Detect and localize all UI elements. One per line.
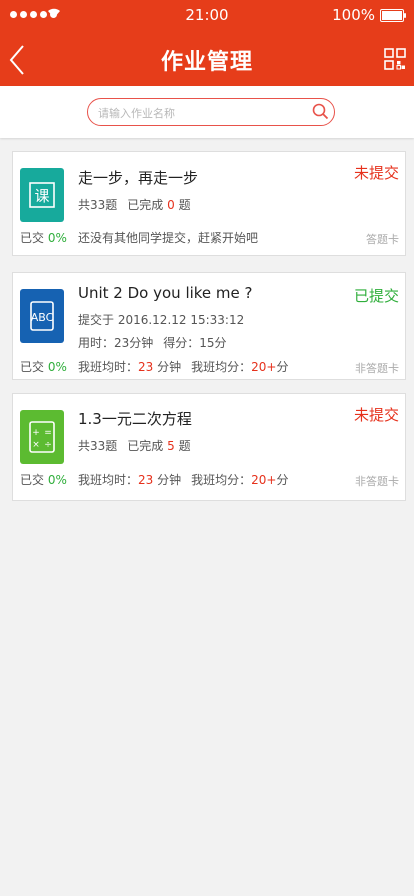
- svg-text:÷: ÷: [44, 440, 52, 450]
- homework-card[interactable]: ABC Unit 2 Do you like me ? 已提交 提交于 2016…: [12, 272, 406, 380]
- chinese-icon: 课: [20, 168, 64, 222]
- avg-score-label: 我班均分：: [191, 473, 252, 487]
- status-badge: 未提交: [353, 164, 399, 182]
- total-questions: 共33题: [78, 439, 118, 453]
- time-used: 用时：23分钟: [78, 336, 154, 350]
- total-questions: 共33题: [78, 198, 118, 212]
- search-bar: [0, 86, 414, 138]
- class-stats: 我班均时：23 分钟 我班均分：20+分: [78, 358, 289, 375]
- homework-card[interactable]: 课 走一步，再走一步 未提交 共33题 已完成 0 题 已交 0% 还没有其他同学…: [12, 151, 406, 256]
- avg-score-label: 我班均分：: [191, 360, 252, 374]
- submitted-label: 已交: [20, 473, 45, 487]
- status-bar: 21:00 100%: [0, 0, 414, 30]
- submitted-rate: 已交 0%: [20, 471, 67, 488]
- math-icon: + = × ÷: [20, 410, 64, 464]
- svg-text:+: +: [32, 428, 40, 438]
- done-suffix: 题: [178, 198, 191, 212]
- svg-text:×: ×: [32, 440, 40, 450]
- avg-score-value: 20+: [251, 473, 277, 487]
- avg-score-unit: 分: [276, 360, 289, 374]
- status-badge: 已提交: [353, 287, 399, 305]
- avg-time-unit: 分钟: [157, 473, 182, 487]
- avg-score-value: 20+: [251, 360, 277, 374]
- done-prefix: 已完成: [127, 198, 164, 212]
- done-count: 0: [167, 198, 175, 212]
- card-title: 走一步，再走一步: [78, 169, 199, 187]
- avg-time-value: 23: [138, 473, 154, 487]
- card-type: 非答题卡: [355, 475, 399, 488]
- card-title: 1.3一元二次方程: [78, 410, 192, 428]
- result-line: 用时：23分钟 得分：15分: [78, 334, 227, 351]
- homework-card[interactable]: + = × ÷ 1.3一元二次方程 未提交 共33题 已完成 5 题 已交 0% …: [12, 393, 406, 501]
- search-icon[interactable]: [312, 103, 329, 120]
- card-title: Unit 2 Do you like me ?: [78, 284, 253, 302]
- submitted-pct: 0%: [47, 473, 67, 487]
- card-type: 答题卡: [366, 233, 399, 246]
- svg-text:ABC: ABC: [31, 311, 54, 324]
- svg-text:=: =: [44, 428, 52, 438]
- card-type: 非答题卡: [355, 362, 399, 375]
- submitted-rate: 已交 0%: [20, 229, 67, 246]
- abc-icon: ABC: [20, 289, 64, 343]
- svg-text:课: 课: [34, 187, 49, 205]
- grid-icon[interactable]: [384, 48, 406, 70]
- footer-message: 还没有其他同学提交，赶紧开始吧: [78, 231, 259, 245]
- progress-line: 共33题 已完成 0 题: [78, 196, 191, 213]
- battery-icon: [380, 9, 406, 22]
- submitted-label: 已交: [20, 360, 45, 374]
- status-badge: 未提交: [353, 406, 399, 424]
- avg-score-unit: 分: [276, 473, 289, 487]
- search-input[interactable]: [96, 99, 310, 127]
- avg-time-label: 我班均时：: [78, 360, 139, 374]
- done-suffix: 题: [178, 439, 191, 453]
- avg-time-label: 我班均时：: [78, 473, 139, 487]
- progress-line: 共33题 已完成 5 题: [78, 437, 191, 454]
- page-title: 作业管理: [160, 50, 253, 75]
- submitted-pct: 0%: [47, 360, 67, 374]
- done-count: 5: [167, 439, 175, 453]
- battery-percent: 100%: [332, 6, 375, 24]
- score: 得分：15分: [163, 336, 227, 350]
- search-box[interactable]: [87, 98, 335, 127]
- submitted-label: 已交: [20, 231, 45, 245]
- class-stats: 我班均时：23 分钟 我班均分：20+分: [78, 471, 289, 488]
- avg-time-unit: 分钟: [157, 360, 182, 374]
- done-prefix: 已完成: [127, 439, 164, 453]
- submit-time: 提交于 2016.12.12 15:33:12: [78, 313, 245, 327]
- submitted-rate: 已交 0%: [20, 358, 67, 375]
- avg-time-value: 23: [138, 360, 154, 374]
- submitted-pct: 0%: [47, 231, 67, 245]
